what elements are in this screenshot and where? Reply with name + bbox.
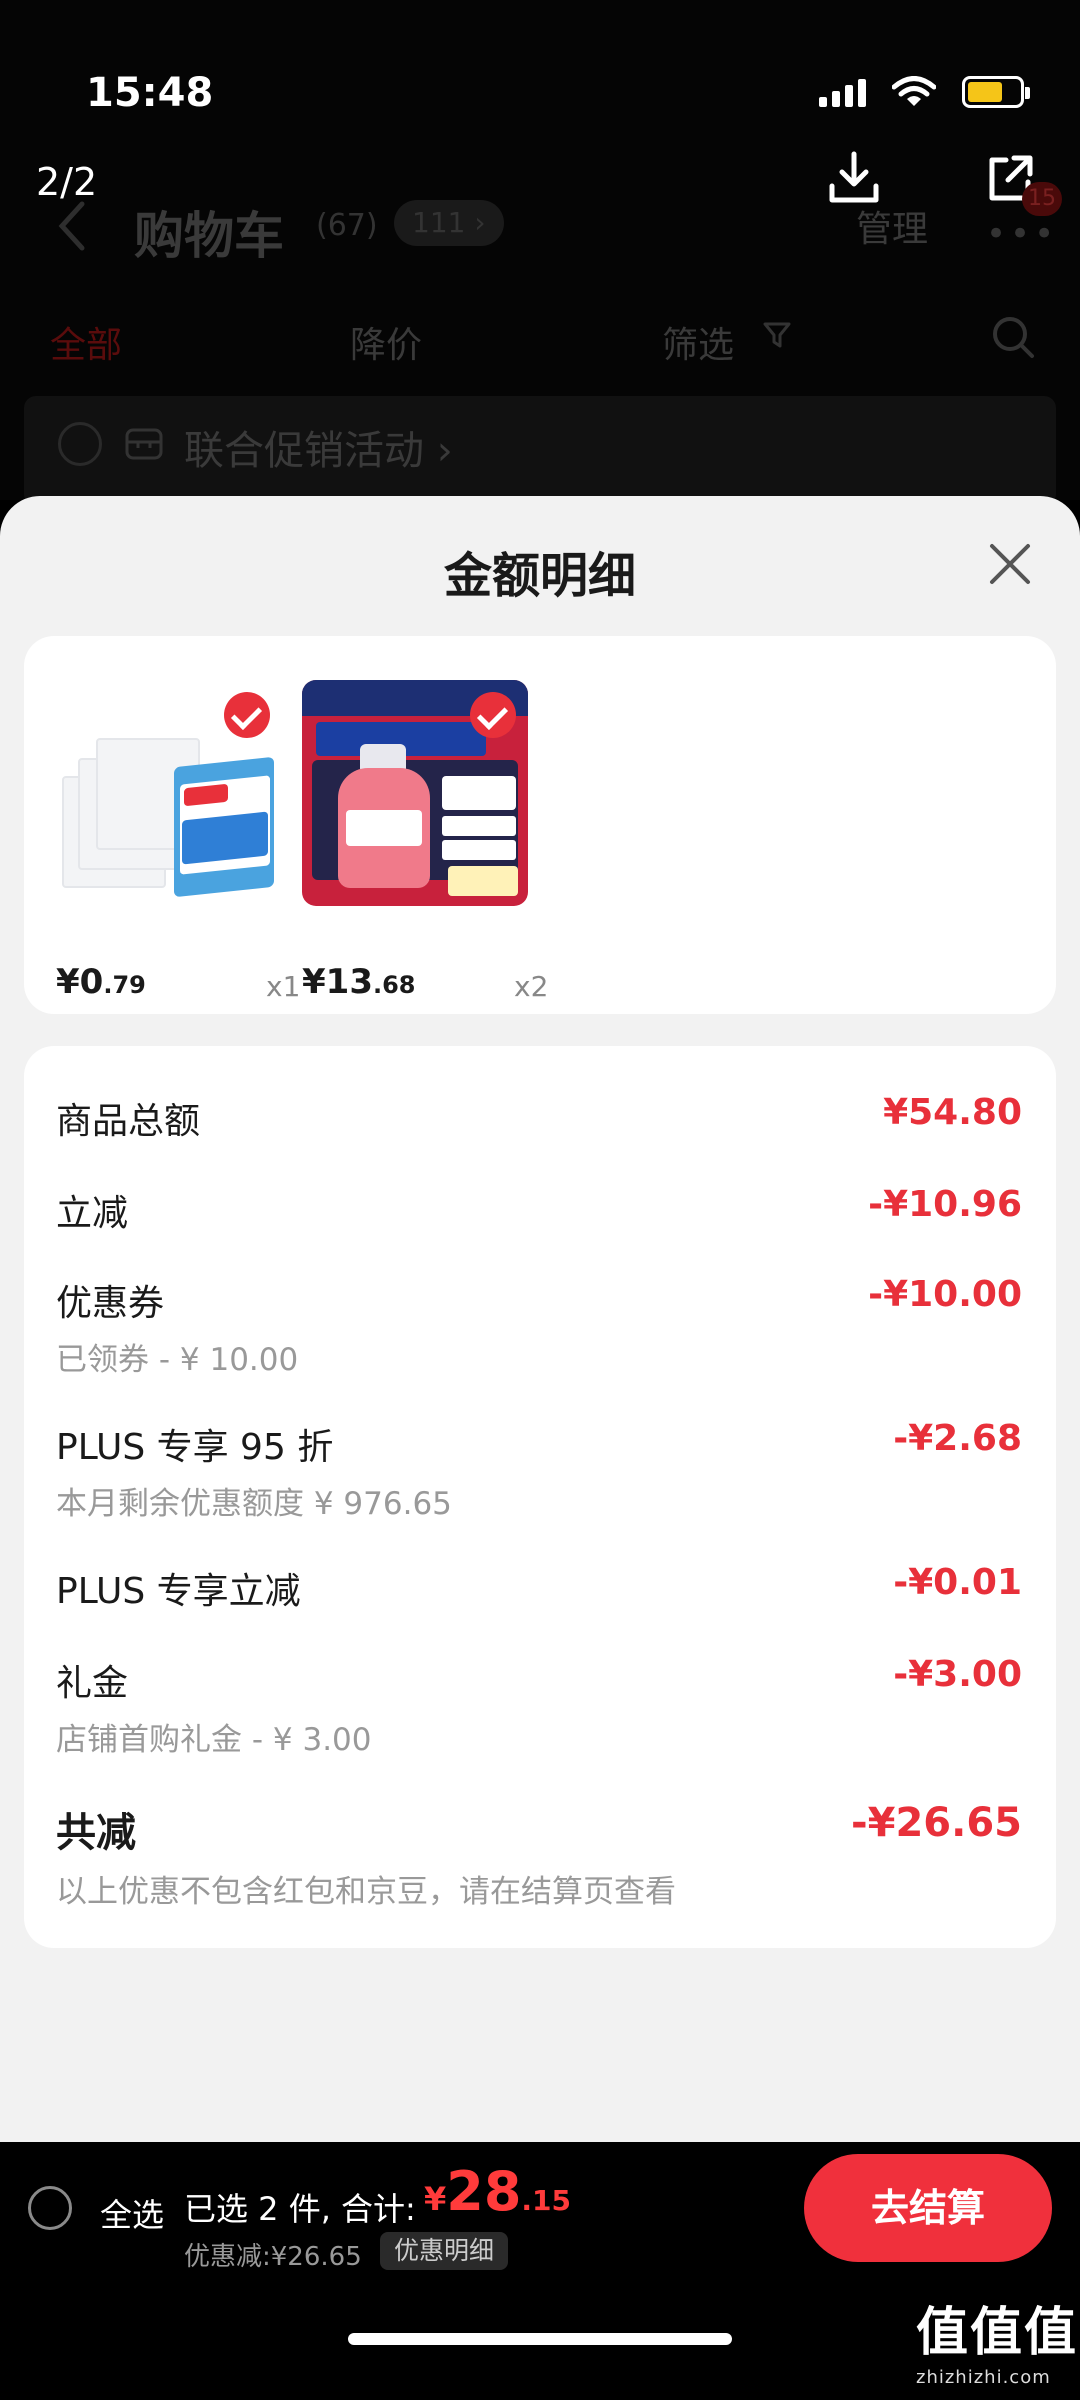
status-time: 15:48 <box>86 70 214 116</box>
promo-icon <box>125 428 163 460</box>
row-label-gift-money: 礼金 <box>56 1663 129 1704</box>
more-icon[interactable]: ••• <box>986 214 1058 254</box>
close-icon[interactable] <box>986 540 1034 588</box>
row-value-subtotal: ¥54.80 <box>883 1092 1022 1133</box>
cart-count: (67) <box>316 208 378 243</box>
row-label-plus-95: PLUS 专享 95 折 <box>56 1427 334 1468</box>
watermark: 值值值 zhizhizhi.com <box>916 2303 1079 2388</box>
battery-icon <box>962 76 1030 108</box>
tab-all[interactable]: 全部 <box>50 316 122 368</box>
row-label-subtotal: 商品总额 <box>56 1101 201 1142</box>
total-discount-value: -¥26.65 <box>851 1800 1022 1846</box>
total-discount-label: 共减 <box>56 1810 136 1856</box>
cart-title: 购物车 <box>134 207 284 265</box>
signal-icon <box>819 77 866 107</box>
search-icon[interactable] <box>990 314 1036 360</box>
row-label-instant-discount: 立减 <box>56 1193 129 1234</box>
row-label-plus-instant: PLUS 专享立减 <box>56 1571 301 1612</box>
tab-price-drop[interactable]: 降价 <box>350 316 422 368</box>
promo-radio[interactable] <box>58 422 102 466</box>
manage-button[interactable]: 管理 <box>856 200 928 252</box>
saved-amount: 优惠减:¥26.65 <box>184 2242 362 2272</box>
status-icons <box>819 76 1030 108</box>
select-all-radio[interactable] <box>28 2186 72 2230</box>
select-all-label[interactable]: 全选 <box>100 2190 164 2236</box>
cart-pill[interactable]: 111 › <box>394 200 504 246</box>
sheet-title: 金额明细 <box>443 548 636 604</box>
image-counter: 2/2 <box>36 160 98 204</box>
row-sub-coupon: 已领券 - ¥ 10.00 <box>56 1342 299 1378</box>
message-badge: 15 <box>1022 182 1062 216</box>
checkout-button[interactable]: 去结算 <box>804 2154 1052 2262</box>
promo-label[interactable]: 联合促销活动 › <box>184 418 453 476</box>
product-qty: x2 <box>514 970 549 1003</box>
selected-summary: 已选 2 件, 合计: <box>184 2190 416 2228</box>
total-discount-note: 以上优惠不包含红包和京豆，请在结算页查看 <box>56 1874 676 1910</box>
product-price: ¥13.68 <box>302 962 416 1002</box>
discount-detail-link[interactable]: 优惠明细 <box>380 2232 509 2270</box>
row-value-plus-instant: -¥0.01 <box>893 1562 1022 1603</box>
row-value-coupon: -¥10.00 <box>868 1274 1022 1315</box>
selected-check-icon <box>224 692 270 738</box>
selected-check-icon <box>470 692 516 738</box>
filter-icon <box>763 322 791 348</box>
row-label-coupon: 优惠券 <box>56 1283 165 1324</box>
total-amount: ¥28.15 <box>424 2160 572 2223</box>
row-value-plus-95: -¥2.68 <box>893 1418 1022 1459</box>
row-sub-gift-money: 店铺首购礼金 - ¥ 3.00 <box>56 1722 372 1758</box>
home-indicator[interactable] <box>348 2333 732 2345</box>
product-image-sponge <box>56 680 282 906</box>
row-sub-plus-95: 本月剩余优惠额度 ¥ 976.65 <box>56 1486 452 1522</box>
wifi-icon <box>892 76 936 106</box>
promo-bar <box>24 396 1056 506</box>
row-value-gift-money: -¥3.00 <box>893 1654 1022 1695</box>
product-qty: x1 <box>266 970 301 1003</box>
row-value-instant-discount: -¥10.96 <box>868 1184 1022 1225</box>
product-price: ¥0.79 <box>56 962 146 1002</box>
back-icon[interactable] <box>56 200 86 252</box>
product-card: ¥0.79 x1 ¥13.68 x2 <box>24 636 1056 1014</box>
tab-filter[interactable]: 筛选 <box>662 316 734 368</box>
download-icon[interactable] <box>826 150 882 206</box>
product-image-mouthwash <box>302 680 528 906</box>
